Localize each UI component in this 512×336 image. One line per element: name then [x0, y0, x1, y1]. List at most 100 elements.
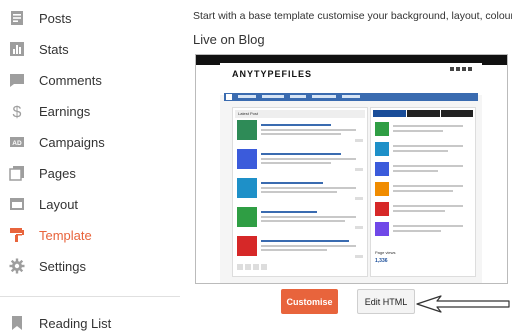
gear-icon [9, 258, 25, 274]
preview-nav-item [238, 95, 256, 98]
sidebar: Posts Stats Comments $ Earnings AD Campa… [0, 0, 180, 334]
sidebar-text-line [393, 225, 463, 227]
sidebar-item-posts[interactable]: Posts [0, 5, 180, 31]
sidebar-text-line [393, 190, 453, 192]
posts-icon [9, 10, 25, 26]
preview-tab [441, 110, 473, 117]
svg-text:AD: AD [12, 140, 22, 147]
sidebar-item-label: Reading List [39, 315, 112, 331]
sidebar-thumbnail [375, 162, 389, 176]
dollar-icon: $ [9, 103, 25, 119]
post-thumbnail [237, 120, 257, 140]
post-thumbnail [237, 236, 257, 256]
post-title-line [261, 182, 323, 184]
preview-site-nav [224, 93, 478, 101]
post-thumbnail [237, 207, 257, 227]
sidebar-item-campaigns[interactable]: AD Campaigns [0, 129, 180, 155]
home-icon [226, 94, 232, 100]
post-title-line [261, 240, 349, 242]
bookmark-icon [9, 315, 25, 331]
preview-nav-item [262, 95, 284, 98]
preview-tab [373, 110, 406, 117]
pager-button [237, 264, 243, 270]
post-title-line [261, 211, 317, 213]
social-icon [450, 67, 454, 71]
sidebar-text-line [393, 170, 438, 172]
preview-nav-item [342, 95, 360, 98]
sidebar-item-layout[interactable]: Layout [0, 191, 180, 217]
preview-sidebar-tabs [373, 110, 473, 117]
preview-post [237, 207, 365, 233]
read-more-button [355, 255, 363, 258]
post-title-line [261, 124, 331, 126]
preview-site-header: ANYTYPEFILES [220, 63, 482, 95]
post-text-line [261, 158, 356, 160]
preview-post [237, 149, 365, 175]
preview-sidebar-column: Page views 1,336 [370, 107, 476, 277]
preview-post [237, 178, 365, 204]
sidebar-item-comments[interactable]: Comments [0, 67, 180, 93]
sidebar-text-line [393, 205, 463, 207]
social-icon [456, 67, 460, 71]
sidebar-item-label: Posts [39, 10, 72, 26]
preview-page: ANYTYPEFILES Latest Post Page views 1,33… [220, 63, 482, 283]
preview-posts-column: Latest Post [232, 107, 368, 277]
template-icon [9, 227, 25, 243]
campaigns-icon: AD [9, 134, 25, 150]
edit-html-button[interactable]: Edit HTML [357, 289, 415, 314]
sidebar-item-label: Layout [39, 196, 79, 212]
preview-latest-label: Latest Post [238, 111, 259, 116]
preview-nav-item [312, 95, 336, 98]
sidebar-text-line [393, 130, 443, 132]
sidebar-item-label: Settings [39, 258, 86, 274]
sidebar-item-template[interactable]: Template [0, 222, 180, 248]
blog-preview[interactable]: ANYTYPEFILES Latest Post Page views 1,33… [195, 54, 508, 284]
sidebar-item-label: Earnings [39, 103, 91, 119]
sidebar-item-label: Stats [39, 41, 69, 57]
post-thumbnail [237, 178, 257, 198]
svg-text:$: $ [13, 104, 22, 119]
post-text-line [261, 129, 356, 131]
sidebar-item-pages[interactable]: Pages [0, 160, 180, 186]
read-more-button [355, 168, 363, 171]
sidebar-thumbnail [375, 122, 389, 136]
sidebar-item-settings[interactable]: Settings [0, 253, 180, 279]
preview-tab [407, 110, 440, 117]
customise-button[interactable]: Customise [281, 289, 338, 314]
post-text-line [261, 187, 356, 189]
post-text-line [261, 191, 337, 193]
pages-icon [9, 165, 25, 181]
live-on-blog-heading: Live on Blog [193, 32, 265, 47]
sidebar-item-label: Campaigns [39, 134, 105, 150]
social-icon [468, 67, 472, 71]
post-title-line [261, 153, 341, 155]
post-text-line [261, 245, 356, 247]
sidebar-item-stats[interactable]: Stats [0, 36, 180, 62]
read-more-button [355, 197, 363, 200]
comments-icon [9, 72, 25, 88]
pager-button [245, 264, 251, 270]
sidebar-text-line [393, 125, 463, 127]
sidebar-item-label: Comments [39, 72, 102, 88]
preview-post [237, 120, 365, 146]
sidebar-text-line [393, 165, 463, 167]
post-text-line [261, 162, 331, 164]
read-more-button [355, 139, 363, 142]
sidebar-item-earnings[interactable]: $ Earnings [0, 98, 180, 124]
sidebar-text-line [393, 145, 463, 147]
sidebar-text-line [393, 210, 445, 212]
sidebar-thumbnail [375, 222, 389, 236]
preview-post [237, 236, 365, 262]
post-text-line [261, 133, 341, 135]
stats-icon [9, 41, 25, 57]
sidebar-item-reading-list[interactable]: Reading List [0, 310, 180, 336]
preview-pageviews-label: Page views [375, 250, 396, 255]
post-text-line [261, 216, 356, 218]
sidebar-thumbnail [375, 142, 389, 156]
post-text-line [261, 220, 345, 222]
sidebar-divider [0, 296, 180, 297]
read-more-button [355, 226, 363, 229]
pointer-arrow-icon [416, 295, 510, 313]
pager-button [261, 264, 267, 270]
sidebar-thumbnail [375, 182, 389, 196]
